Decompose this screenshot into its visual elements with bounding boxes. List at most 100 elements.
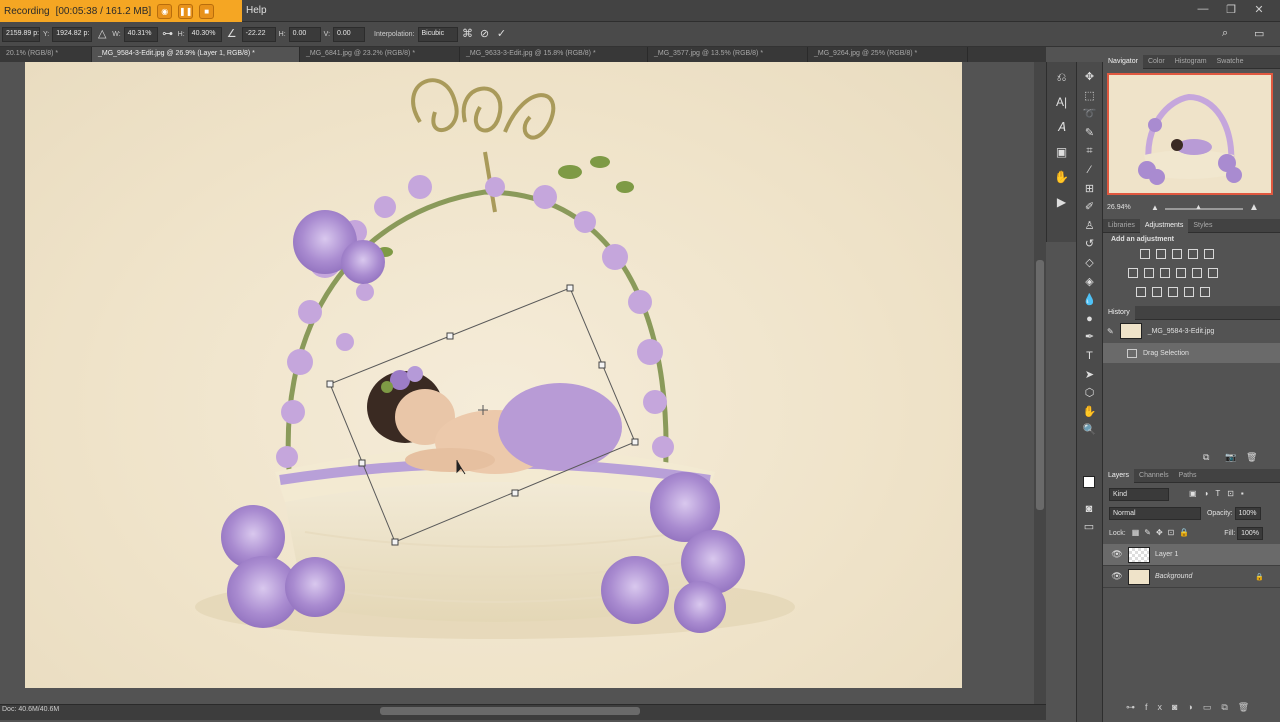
curves-icon[interactable] — [1172, 249, 1182, 259]
marquee-tool-icon[interactable]: ⬚ — [1079, 87, 1101, 106]
color-balance-icon[interactable] — [1144, 268, 1154, 278]
stamp-tool-icon[interactable]: ♙ — [1079, 217, 1101, 236]
glyphs-icon[interactable]: ▣ — [1051, 142, 1073, 162]
layer-row[interactable]: 👁 Layer 1 — [1103, 544, 1280, 566]
link-icon[interactable]: ⊶ — [161, 27, 175, 41]
stop-icon[interactable]: ■ — [199, 3, 215, 19]
vibrance-icon[interactable] — [1204, 249, 1214, 259]
w-field[interactable]: 40.31% — [123, 26, 158, 42]
tab-navigator[interactable]: Navigator — [1103, 55, 1143, 69]
play-icon[interactable]: ▶ — [1051, 192, 1073, 212]
brightness-icon[interactable] — [1140, 249, 1150, 259]
visibility-eye-icon[interactable]: 👁 — [1111, 571, 1123, 582]
tab-doc-2[interactable]: _MG_9584-3-Edit.jpg @ 26.9% (Layer 1, RG… — [92, 47, 300, 62]
filter-icons[interactable]: ▣◑T⊡▪ — [1189, 489, 1251, 498]
posterize-icon[interactable] — [1152, 287, 1162, 297]
new-document-from-state-icon[interactable]: ⧉ — [1203, 452, 1209, 463]
tab-adjustments[interactable]: Adjustments — [1139, 219, 1189, 233]
quick-select-tool-icon[interactable]: ✎ — [1079, 124, 1101, 143]
screen-mode-icon[interactable]: ▭ — [1078, 518, 1100, 537]
layer-name[interactable]: Layer 1 — [1155, 551, 1178, 558]
color-swatches[interactable] — [1079, 470, 1101, 494]
lock-icons[interactable]: ▦✎✥⊡🔒 — [1132, 528, 1195, 537]
horizontal-scroll-thumb[interactable] — [380, 707, 640, 715]
zoom-out-icon[interactable]: ▲ — [1151, 203, 1159, 212]
delete-state-icon[interactable]: 🗑 — [1246, 452, 1257, 463]
selective-color-icon[interactable] — [1200, 287, 1210, 297]
hue-saturation-icon[interactable] — [1128, 268, 1138, 278]
search-icon[interactable]: ⌕ — [1222, 27, 1228, 40]
channel-mixer-icon[interactable] — [1192, 268, 1202, 278]
document-canvas[interactable] — [25, 62, 962, 688]
tab-paths[interactable]: Paths — [1174, 469, 1202, 483]
pen-tool-icon[interactable]: ✒ — [1079, 328, 1101, 347]
interpolation-select[interactable]: Bicubic — [417, 26, 458, 42]
lasso-tool-icon[interactable]: ➰ — [1079, 105, 1101, 124]
zoom-slider-handle[interactable]: ▲ — [1195, 204, 1202, 211]
pause-icon[interactable]: ❚❚ — [178, 3, 194, 19]
tab-styles[interactable]: Styles — [1188, 219, 1217, 233]
tab-channels[interactable]: Channels — [1134, 469, 1174, 483]
tab-doc-1[interactable]: 20.1% (RGB/8) * — [0, 47, 92, 62]
zoom-in-icon[interactable]: ▲ — [1249, 202, 1259, 213]
h-field[interactable]: 40.30% — [187, 26, 222, 42]
warp-icon[interactable]: ⌘ — [461, 27, 475, 41]
photo-filter-icon[interactable] — [1176, 268, 1186, 278]
visibility-eye-icon[interactable]: 👁 — [1111, 549, 1123, 560]
navigator-preview[interactable] — [1107, 73, 1273, 195]
gradient-map-icon[interactable] — [1184, 287, 1194, 297]
tab-doc-3[interactable]: _MG_6841.jpg @ 23.2% (RGB/8) * — [300, 47, 460, 62]
zoom-percent[interactable]: 26.94% — [1107, 204, 1131, 211]
tab-history[interactable]: History — [1103, 306, 1135, 320]
opacity-field[interactable]: 100% — [1234, 507, 1261, 520]
cancel-transform-icon[interactable]: ⊘ — [478, 27, 492, 41]
layer-name[interactable]: Background — [1155, 573, 1192, 580]
history-item[interactable]: Drag Selection — [1103, 343, 1280, 363]
tab-doc-6[interactable]: _MG_9264.jpg @ 25% (RGB/8) * — [808, 47, 968, 62]
gradient-tool-icon[interactable]: ◈ — [1079, 273, 1101, 292]
vskew-field[interactable]: 0.00 — [333, 26, 366, 42]
close-icon[interactable]: ✕ — [1252, 3, 1266, 17]
snapshot-icon[interactable]: 📷 — [1225, 452, 1236, 463]
tab-libraries[interactable]: Libraries — [1103, 219, 1140, 233]
invert-icon[interactable] — [1136, 287, 1146, 297]
restore-icon[interactable]: ❐ — [1224, 3, 1238, 17]
dodge-tool-icon[interactable]: ● — [1079, 310, 1101, 329]
layer-row[interactable]: 👁 Background 🔒 — [1103, 566, 1280, 588]
crop-tool-icon[interactable]: ⌗ — [1079, 142, 1101, 161]
history-item[interactable]: ✎ _MG_9584-3-Edit.jpg — [1103, 321, 1280, 341]
black-white-icon[interactable] — [1160, 268, 1170, 278]
record-icon[interactable]: ◉ — [157, 3, 173, 19]
tab-doc-5[interactable]: _MG_3577.jpg @ 13.5% (RGB/8) * — [648, 47, 808, 62]
blur-tool-icon[interactable]: 💧 — [1079, 291, 1101, 310]
tab-layers[interactable]: Layers — [1103, 469, 1135, 483]
fill-field[interactable]: 100% — [1237, 527, 1264, 540]
move-tool-icon[interactable]: ✥ — [1079, 68, 1101, 87]
minimize-icon[interactable]: — — [1196, 3, 1210, 17]
quick-mask-icon[interactable]: ◙ — [1078, 500, 1100, 519]
exposure-icon[interactable] — [1188, 249, 1198, 259]
path-select-tool-icon[interactable]: ➤ — [1079, 366, 1101, 385]
history-brush-tool-icon[interactable]: ↺ — [1079, 235, 1101, 254]
brush-tool-icon[interactable]: ✐ — [1079, 198, 1101, 217]
shape-tool-icon[interactable]: ⬡ — [1079, 384, 1101, 403]
y-field[interactable]: 1924.82 p: — [52, 26, 93, 42]
levels-icon[interactable] — [1156, 249, 1166, 259]
eraser-tool-icon[interactable]: ◇ — [1079, 254, 1101, 273]
vertical-scroll-thumb[interactable] — [1036, 260, 1044, 510]
layer-kind-filter[interactable]: Kind — [1109, 488, 1169, 501]
blend-mode-select[interactable]: Normal — [1109, 507, 1201, 520]
history-brush-icon[interactable]: ⎌ — [1051, 67, 1073, 87]
tab-histogram[interactable]: Histogram — [1170, 55, 1212, 69]
angle-field[interactable]: -22.22 — [241, 26, 276, 42]
hand-tool-icon[interactable]: ✋ — [1079, 403, 1101, 422]
type-tool-icon[interactable]: T — [1079, 347, 1101, 366]
healing-tool-icon[interactable]: ⊞ — [1079, 180, 1101, 199]
tab-color[interactable]: Color — [1143, 55, 1170, 69]
zoom-slider[interactable] — [1165, 208, 1243, 210]
paragraph-icon[interactable]: 𝐴 — [1051, 117, 1073, 137]
menu-help[interactable]: Help — [246, 5, 267, 16]
history-brush-source-icon[interactable]: ✎ — [1107, 327, 1114, 336]
relative-position-icon[interactable]: △ — [95, 27, 109, 41]
threshold-icon[interactable] — [1168, 287, 1178, 297]
